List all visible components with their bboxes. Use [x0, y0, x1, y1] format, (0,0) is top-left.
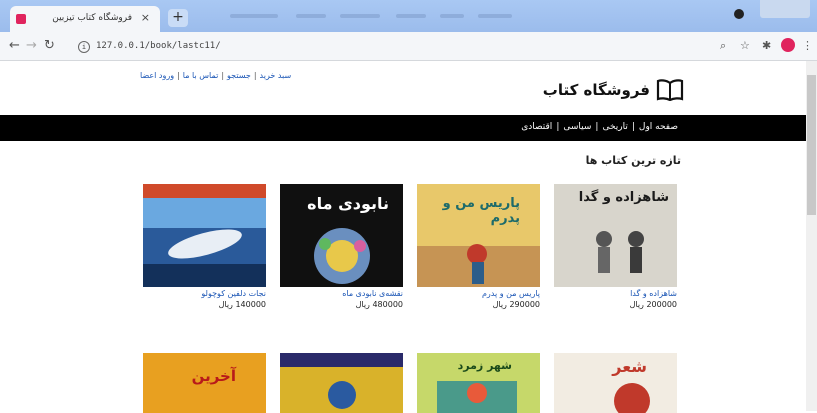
book-card[interactable]: شاهزاده و گدا شاهزاده و گدا 200000 ریال	[554, 184, 677, 309]
section-title: تازه ترین کتاب ها	[585, 154, 681, 167]
page-scrollbar[interactable]	[806, 61, 817, 411]
nav-home[interactable]: صفحه اول	[639, 122, 678, 132]
nav-history[interactable]: تاریخی	[602, 122, 627, 132]
book-card[interactable]: نابودی ماه نقشه‌ی نابودی ماه 480000 ریال	[280, 184, 403, 309]
price-currency: ریال	[492, 300, 507, 309]
cover-illustration-icon	[437, 381, 517, 413]
reload-icon[interactable]: ↻	[44, 38, 55, 53]
browser-tab-strip: فروشگاه کتاب تیزبین × +	[0, 0, 817, 32]
book-title-link[interactable]: شاهزاده و گدا	[554, 289, 677, 298]
blurred-tab-icon	[440, 14, 464, 18]
book-card[interactable]: نجات دلفین کوچولو 140000 ریال	[143, 184, 266, 309]
book-cover[interactable]: شاهزاده و گدا	[554, 184, 677, 287]
book-title-link[interactable]: پاریس من و پدرم	[417, 289, 540, 298]
book-price: 480000 ریال	[280, 300, 403, 309]
book-title-link[interactable]: نجات دلفین کوچولو	[143, 289, 266, 298]
nav-economics[interactable]: اقتصادی	[521, 122, 552, 132]
blurred-tab-icon	[478, 14, 512, 18]
new-tab-button[interactable]: +	[168, 9, 188, 27]
profile-avatar[interactable]	[781, 38, 795, 52]
book-card[interactable]: پاریس من و پدرم پاریس من و پدرم 290000 ر…	[417, 184, 540, 309]
window-controls-icon[interactable]	[760, 0, 810, 18]
site-info-icon[interactable]: i	[78, 41, 90, 53]
address-bar: ← → ↻ i 127.0.0.1/book/lastc11/ ⌕ ☆ ✱ ⋮	[0, 32, 817, 61]
site-favicon-icon	[16, 14, 26, 24]
main-nav-bar: صفحه اول|تاریخی|سیاسی|اقتصادی	[0, 115, 817, 141]
link-separator: |	[177, 71, 180, 80]
back-arrow-icon[interactable]: ←	[9, 38, 20, 53]
cover-illustration-icon	[614, 383, 650, 413]
url-text: 127.0.0.1/book/lastc11/	[96, 41, 221, 51]
book-cover[interactable]: شهر زمرد	[417, 353, 540, 413]
close-tab-icon[interactable]: ×	[141, 11, 150, 24]
book-cover[interactable]: پاریس من و پدرم	[417, 184, 540, 287]
blurred-tab-icon	[340, 14, 380, 18]
zoom-icon[interactable]: ⌕	[720, 39, 726, 53]
cover-title: آخرین	[191, 367, 236, 385]
book-cover[interactable]	[143, 184, 266, 287]
menu-kebab-icon[interactable]: ⋮	[802, 39, 813, 52]
cover-illustration-icon	[280, 353, 403, 409]
browser-tab[interactable]: فروشگاه کتاب تیزبین ×	[10, 6, 160, 32]
link-login[interactable]: ورود اعضا	[140, 71, 174, 80]
site-logo[interactable]: فروشگاه کتاب	[543, 79, 684, 101]
link-separator: |	[221, 71, 225, 80]
link-separator: |	[253, 71, 257, 80]
nav-separator: |	[631, 122, 635, 132]
cover-illustration-icon	[314, 228, 370, 284]
nav-politics[interactable]: سیاسی	[563, 122, 591, 132]
cover-illustration-icon	[143, 184, 266, 287]
url-input[interactable]: i 127.0.0.1/book/lastc11/	[78, 36, 716, 56]
cover-illustration-icon	[596, 231, 644, 273]
extension-icon[interactable]: ✱	[762, 39, 771, 52]
open-book-icon	[656, 79, 684, 101]
link-contact[interactable]: تماس با ما	[183, 71, 219, 80]
nav-separator: |	[556, 122, 560, 132]
nav-separator: |	[595, 122, 599, 132]
book-cover[interactable]: نابودی ماه	[280, 184, 403, 287]
link-cart[interactable]: سبد خرید	[260, 71, 292, 80]
link-search[interactable]: جستجو	[227, 71, 251, 80]
book-title-link[interactable]: نقشه‌ی نابودی ماه	[280, 289, 403, 298]
profile-indicator-icon[interactable]	[734, 9, 744, 19]
blurred-tab-icon	[230, 14, 278, 18]
bookstore-page: سبد خرید|جستجو|تماس با ما|ورود اعضا فروش…	[0, 61, 817, 413]
price-currency: ریال	[218, 300, 233, 309]
price-value: 480000	[372, 300, 403, 309]
cover-illustration-icon	[417, 244, 540, 287]
price-value: 200000	[646, 300, 677, 309]
book-cover[interactable]	[280, 353, 403, 413]
price-value: 140000	[235, 300, 266, 309]
book-cover[interactable]: شعر	[554, 353, 677, 413]
book-price: 290000 ریال	[417, 300, 540, 309]
forward-arrow-icon[interactable]: →	[26, 38, 37, 53]
book-price: 200000 ریال	[554, 300, 677, 309]
blurred-tab-icon	[396, 14, 426, 18]
price-currency: ریال	[355, 300, 370, 309]
top-links: سبد خرید|جستجو|تماس با ما|ورود اعضا	[140, 71, 291, 80]
bookmark-star-icon[interactable]: ☆	[740, 39, 750, 52]
price-value: 290000	[509, 300, 540, 309]
browser-tab-title: فروشگاه کتاب تیزبین	[52, 13, 132, 23]
price-currency: ریال	[629, 300, 644, 309]
blurred-tab-icon	[296, 14, 326, 18]
site-title: فروشگاه کتاب	[542, 81, 650, 99]
scrollbar-thumb[interactable]	[807, 75, 816, 215]
book-price: 140000 ریال	[143, 300, 266, 309]
book-cover[interactable]: آخرین	[143, 353, 266, 413]
